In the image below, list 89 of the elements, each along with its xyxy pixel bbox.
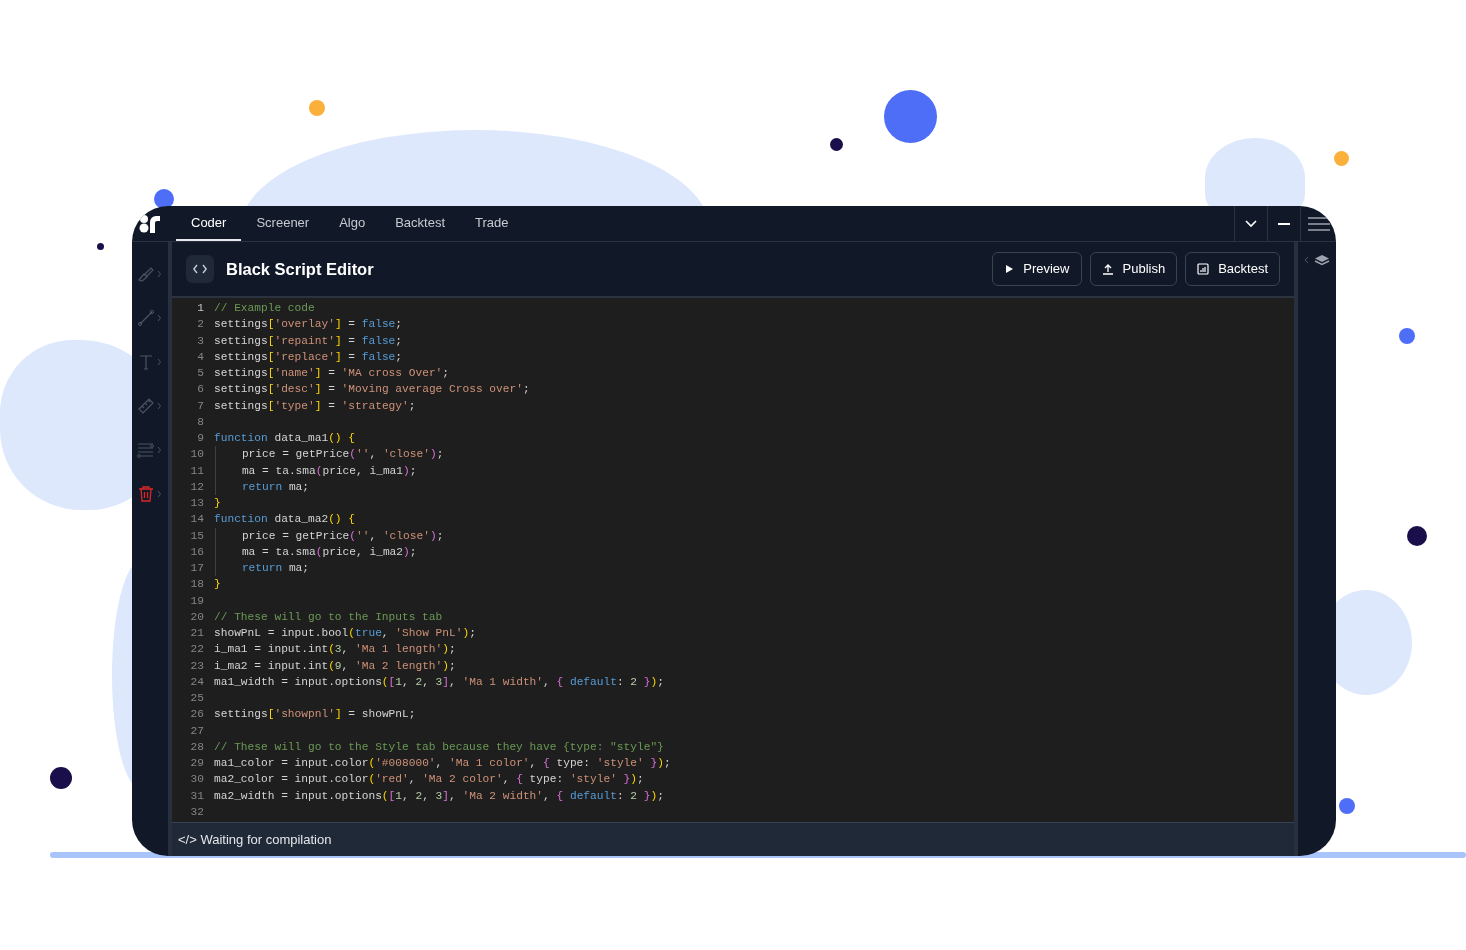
line-number: 10: [189, 447, 204, 463]
nav-tab[interactable]: Screener: [241, 206, 325, 241]
code-line: ma = ta.sma(price, i_ma2);: [241, 544, 417, 560]
code-line: settings['showpnl'] = showPnL;: [214, 707, 416, 723]
line-number: 11: [189, 463, 204, 479]
line-number: 1: [196, 301, 204, 316]
code-line: return ma;: [241, 561, 310, 576]
backtest-button[interactable]: Backtest: [1185, 252, 1280, 286]
line-number: 32: [189, 804, 204, 820]
line-number: 17: [189, 561, 204, 576]
menu-icon: [1307, 216, 1330, 231]
line-number: 20: [189, 609, 204, 625]
code-line: ma = ta.sma(price, i_ma1);: [241, 463, 417, 479]
line-number: 27: [189, 723, 204, 739]
line-number: 7: [196, 398, 204, 414]
line-number: 4: [196, 349, 204, 365]
dot-decoration: [830, 138, 843, 151]
dot-decoration: [50, 767, 72, 789]
play-icon: [1004, 264, 1015, 274]
code-line: settings['desc'] = 'Moving average Cross over';: [214, 382, 530, 398]
code-line: settings['repaint'] = false;: [214, 333, 403, 349]
code-line: function data_ma2() {: [214, 512, 355, 528]
code-icon: [186, 255, 214, 283]
line-number: 26: [189, 707, 204, 723]
code-line: // These will go to the Style tab because they have {type: "style"}: [214, 739, 664, 755]
line-number: 3: [196, 333, 204, 349]
dot-decoration: [884, 90, 937, 143]
line-number: 5: [196, 366, 204, 381]
code-line: settings['overlay'] = false;: [214, 317, 403, 333]
code-line: price = getPrice('', 'close');: [241, 447, 444, 463]
line-number: 19: [189, 593, 204, 609]
line-number: 14: [189, 512, 204, 528]
code-line: ma2_color = input.color('red', 'Ma 2 color', { type: 'style' });: [214, 772, 644, 788]
line-number: 30: [189, 772, 204, 788]
line-number: 24: [189, 674, 204, 690]
code-line: settings['replace'] = false;: [214, 349, 403, 365]
code-line: ma1_color = input.color('#008000', 'Ma 1 color', { type: 'style' });: [214, 756, 671, 771]
chart-icon: [1197, 263, 1210, 275]
code-line: }: [214, 577, 221, 593]
nav-tab[interactable]: Coder: [176, 206, 242, 241]
code-line: // Example code: [214, 301, 315, 316]
line-number: 9: [196, 431, 204, 446]
line-number: 25: [189, 691, 204, 706]
editor-title: Black Script Editor: [226, 258, 374, 280]
layers-icon[interactable]: [1304, 254, 1330, 268]
line-number: 18: [189, 577, 204, 593]
code-line: }: [214, 496, 221, 511]
dot-decoration: [154, 189, 174, 209]
dot-decoration: [1399, 328, 1415, 344]
line-number: 13: [189, 496, 204, 511]
line-number: 23: [189, 658, 204, 674]
line-number: 31: [189, 788, 204, 804]
minimize-icon: [1278, 222, 1290, 225]
dot-decoration: [1407, 526, 1427, 546]
code-line: function data_ma1() {: [214, 431, 355, 446]
code-editor[interactable]: [172, 298, 1294, 822]
code-line: ma1_width = input.options([1, 2, 3], 'Ma 1 width', { default: 2 });: [214, 674, 664, 690]
line-number: 6: [196, 382, 204, 398]
dot-decoration: [1334, 151, 1349, 166]
code-line: price = getPrice('', 'close');: [241, 528, 444, 544]
nav-tab[interactable]: Trade: [460, 206, 524, 241]
line-number: 29: [189, 756, 204, 771]
code-line: return ma;: [241, 479, 310, 495]
dot-decoration: [309, 100, 325, 116]
line-number: 8: [196, 414, 204, 430]
nav-tab[interactable]: Algo: [324, 206, 381, 241]
preview-button[interactable]: Preview: [992, 252, 1082, 286]
line-number: 21: [189, 626, 204, 641]
publish-button[interactable]: Publish: [1089, 252, 1178, 286]
line-number: 12: [189, 479, 204, 495]
code-line: // These will go to the Inputs tab: [214, 609, 443, 625]
code-line: i_ma2 = input.int(9, 'Ma 2 length');: [214, 658, 456, 674]
line-number: 22: [189, 642, 204, 658]
line-number: 28: [189, 739, 204, 755]
code-line: showPnL = input.bool(true, 'Show PnL');: [214, 626, 476, 641]
logo-icon: [139, 213, 161, 234]
dot-decoration: [97, 243, 104, 250]
code-line: settings['type'] = 'strategy';: [214, 398, 416, 414]
code-line: ma2_width = input.options([1, 2, 3], 'Ma 2 width', { default: 2 });: [214, 788, 664, 804]
nav-tab[interactable]: Backtest: [380, 206, 461, 241]
line-number: 15: [189, 528, 204, 544]
chevron-down-icon: [1245, 219, 1257, 228]
line-number: 2: [196, 317, 204, 333]
code-line: settings['name'] = 'MA cross Over';: [214, 366, 450, 381]
status-text: </> Waiting for compilation: [178, 830, 332, 849]
code-line: i_ma1 = input.int(3, 'Ma 1 length');: [214, 642, 456, 658]
dot-decoration: [1339, 798, 1355, 814]
upload-icon: [1101, 263, 1114, 275]
line-number: 16: [189, 544, 204, 560]
